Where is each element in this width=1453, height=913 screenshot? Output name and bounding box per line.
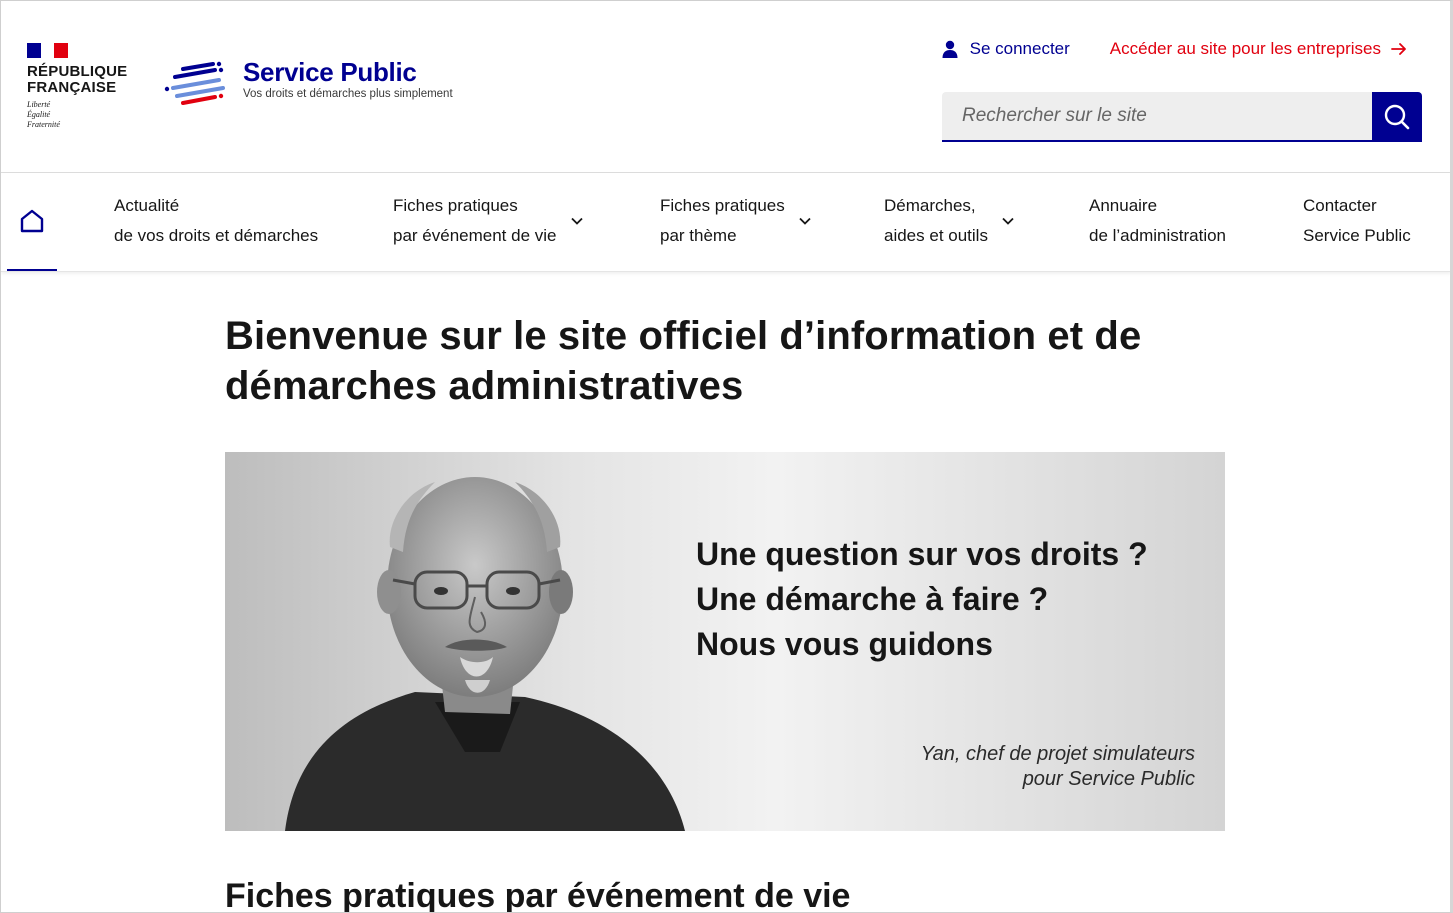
nav-item-label: de l’administration bbox=[1089, 226, 1227, 245]
nav-item-label: de vos droits et démarches bbox=[114, 226, 319, 245]
nav-item-label: par thème bbox=[660, 226, 737, 245]
nav-item-label: aides et outils bbox=[884, 226, 988, 245]
nav-item-fiches-evenement[interactable]: Fiches pratiques par événement de vie bbox=[393, 191, 583, 251]
search-icon bbox=[1384, 104, 1410, 130]
republic-name-line2: FRANÇAISE bbox=[27, 79, 117, 96]
republic-name-line1: RÉPUBLIQUE bbox=[27, 63, 128, 80]
chevron-down-icon bbox=[570, 217, 583, 225]
site-name[interactable]: Service Public bbox=[243, 57, 417, 88]
banner-line: Une démarche à faire ? bbox=[696, 581, 1049, 617]
nav-item-label: Démarches, bbox=[884, 196, 976, 215]
french-flag-icon bbox=[27, 43, 68, 58]
home-icon bbox=[20, 209, 44, 233]
chevron-down-icon bbox=[799, 217, 811, 225]
banner-line: Une question sur vos droits ? bbox=[696, 536, 1148, 572]
user-icon bbox=[942, 40, 958, 58]
nav-item-label: Contacter bbox=[1303, 196, 1377, 215]
nav-item-label: Annuaire bbox=[1089, 196, 1158, 215]
business-site-link[interactable]: Accéder au site pour les entreprises bbox=[1110, 39, 1407, 59]
page-title: Bienvenue sur le site officiel d’informa… bbox=[225, 314, 1142, 408]
caption-line: Yan, chef de projet simulateurs bbox=[920, 743, 1195, 765]
connect-link[interactable]: Se connecter bbox=[942, 39, 1070, 59]
nav-item-label: Fiches pratiques bbox=[660, 196, 785, 215]
site-tagline: Vos droits et démarches plus simplement bbox=[243, 88, 453, 100]
page-frame: RÉPUBLIQUE FRANÇAISE Liberté Égalité Fra… bbox=[0, 0, 1453, 913]
section-title: Fiches pratiques par événement de vie bbox=[225, 877, 851, 913]
banner-headline: Une question sur vos droits ? Une démarc… bbox=[696, 532, 1148, 667]
nav-item-label: par événement de vie bbox=[393, 226, 557, 245]
portrait-image bbox=[285, 477, 685, 831]
nav-item-annuaire[interactable]: Annuaire de l’administration bbox=[1089, 191, 1226, 251]
nav-home[interactable] bbox=[7, 173, 57, 271]
arrow-right-icon bbox=[1391, 43, 1406, 55]
banner-caption: Yan, chef de projet simulateurs pour Ser… bbox=[921, 742, 1195, 792]
business-site-label: Accéder au site pour les entreprises bbox=[1109, 39, 1381, 58]
chevron-down-icon bbox=[1002, 217, 1014, 225]
header-tools: Se connecter Accéder au site pour les en… bbox=[942, 39, 1407, 59]
hero-banner: Une question sur vos droits ? Une démarc… bbox=[225, 452, 1225, 831]
nav-item-contact[interactable]: Contacter Service Public bbox=[1303, 191, 1411, 251]
nav-item-label: Actualité bbox=[114, 196, 180, 215]
search-input[interactable] bbox=[942, 92, 1372, 142]
service-public-logo-icon[interactable] bbox=[163, 61, 233, 109]
nav-item-label: Fiches pratiques bbox=[393, 196, 518, 215]
nav-item-demarches[interactable]: Démarches, aides et outils bbox=[884, 191, 1014, 251]
main-content: Bienvenue sur le site officiel d’informa… bbox=[225, 311, 1225, 411]
nav-item-fiches-theme[interactable]: Fiches pratiques par thème bbox=[660, 191, 811, 251]
republic-motto: Liberté Égalité Fraternité bbox=[27, 100, 60, 129]
site-header: RÉPUBLIQUE FRANÇAISE Liberté Égalité Fra… bbox=[1, 1, 1450, 173]
connect-label: Se connecter bbox=[969, 39, 1070, 58]
search-bar bbox=[942, 92, 1422, 142]
main-navigation: Actualité de vos droits et démarches Fic… bbox=[1, 173, 1450, 272]
nav-item-label: Service Public bbox=[1303, 226, 1411, 245]
search-button[interactable] bbox=[1372, 92, 1422, 142]
banner-line: Nous vous guidons bbox=[696, 626, 993, 662]
republique-francaise-logo[interactable]: RÉPUBLIQUE FRANÇAISE Liberté Égalité Fra… bbox=[27, 43, 137, 130]
nav-item-actualite[interactable]: Actualité de vos droits et démarches bbox=[114, 191, 318, 251]
caption-line: pour Service Public bbox=[1022, 768, 1195, 790]
